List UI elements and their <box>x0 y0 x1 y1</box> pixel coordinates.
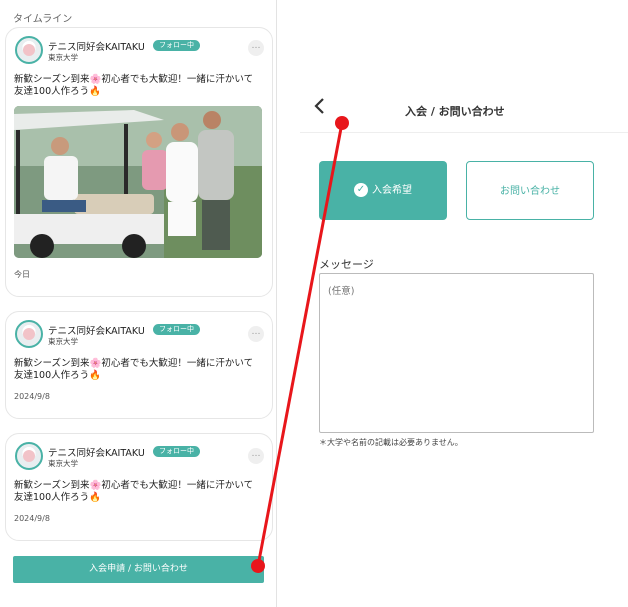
annotation-arrow <box>251 116 349 573</box>
annotation-start-dot <box>335 116 349 130</box>
annotation-end-dot <box>251 559 265 573</box>
